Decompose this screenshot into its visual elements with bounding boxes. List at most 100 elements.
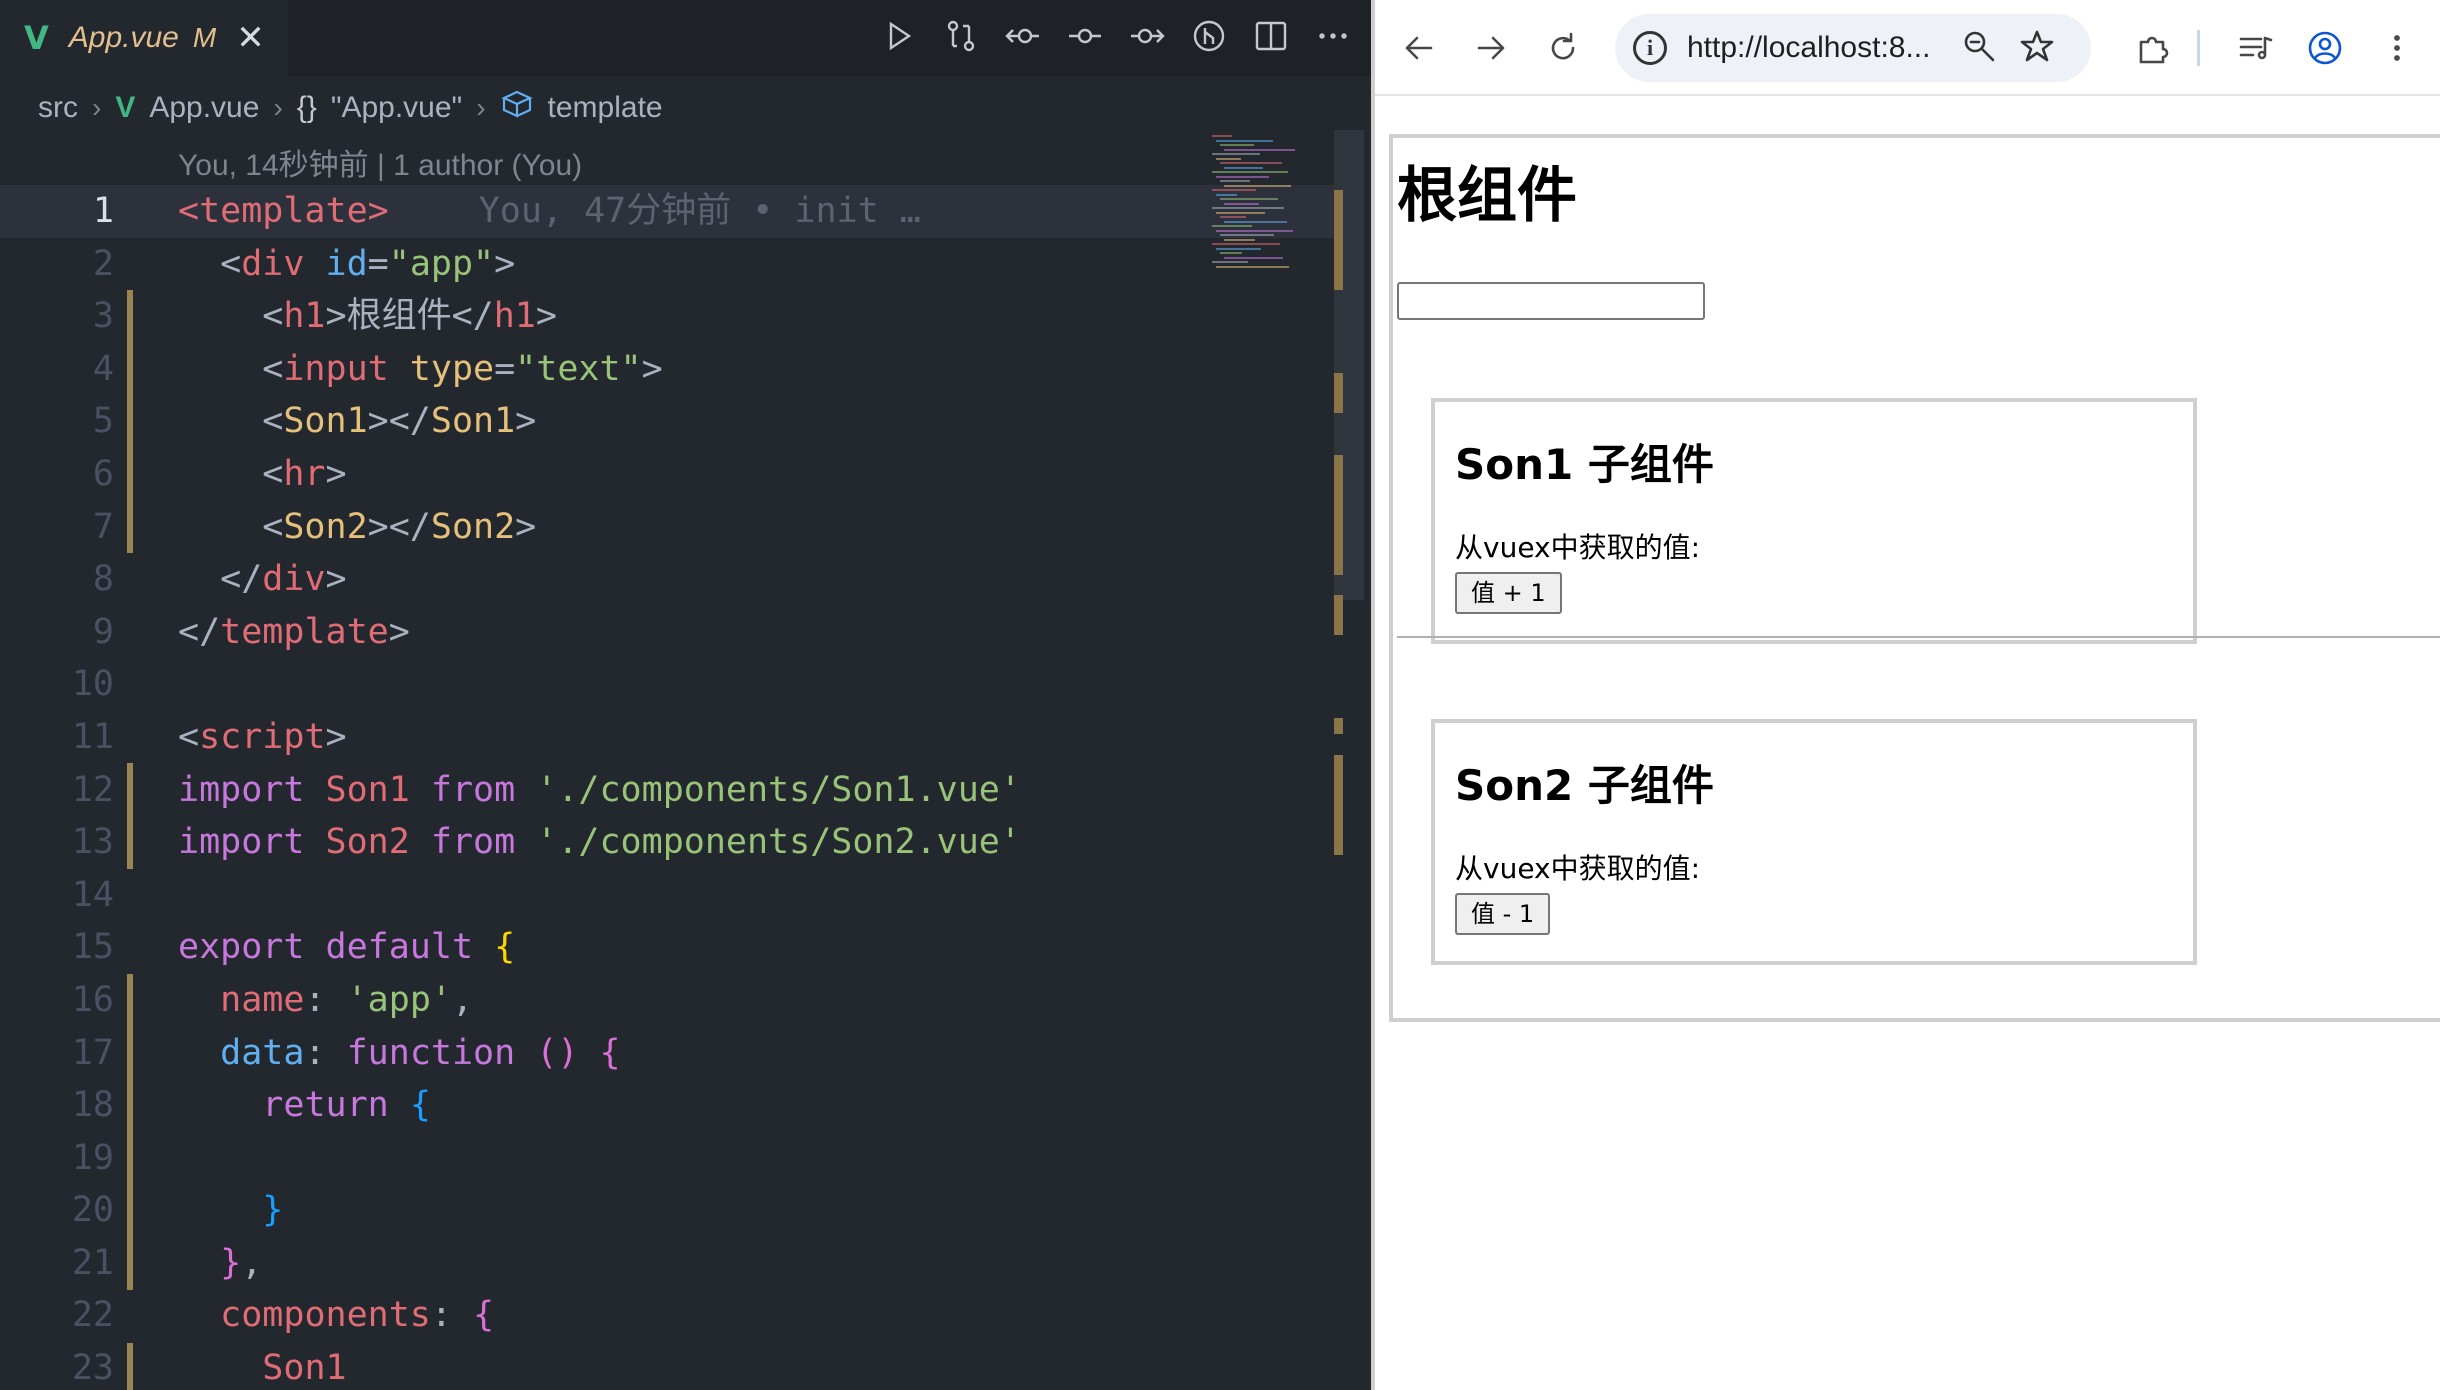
breadcrumb-symbol[interactable]: template [548,91,663,125]
increment-button[interactable]: 值 + 1 [1455,572,1562,614]
git-graph-icon[interactable] [1191,18,1227,58]
web-page: 根组件 Son1 子组件 从vuex中获取的值: 值 + 1 Son2 子组件 … [1375,96,2440,1390]
line-number: 4 [92,348,114,389]
code-token: "text" [515,348,642,389]
code-token: { [494,927,516,968]
code-text: import Son1 from './components/Son1.vue' [178,764,1021,817]
git-codelens[interactable]: You, 14秒钟前 | 1 author (You) [178,140,582,184]
text-input[interactable] [1397,282,1705,320]
code-token: Son1 [283,401,368,442]
son1-value-label: 从vuex中获取的值: [1455,531,1701,564]
git-commit-back-icon[interactable] [1005,18,1041,58]
back-icon[interactable] [1401,30,1437,70]
code-line[interactable]: 17 data: function () { [0,1027,1340,1080]
minimap-line [1212,261,1248,263]
more-actions-icon[interactable] [1315,18,1351,58]
breadcrumb-file[interactable]: App.vue [149,91,259,125]
code-line[interactable]: 5 <Son1></Son1> [0,395,1340,448]
code-text: </div> [178,553,346,606]
code-line[interactable]: 2 <div id="app"> [0,238,1340,291]
decrement-button[interactable]: 值 - 1 [1455,893,1551,935]
son2-component: Son2 子组件 从vuex中获取的值: 值 - 1 [1431,719,2197,965]
code-line[interactable]: 4 <input type="text"> [0,343,1340,396]
minimap-line [1220,198,1278,200]
code-line[interactable]: 7 <Son2></Son2> [0,501,1340,554]
code-line[interactable]: 12 import Son1 from './components/Son1.vu… [0,764,1340,817]
code-token: , [241,1242,263,1283]
tab-filename: App.vue [68,21,179,54]
gutter-modified-mark[interactable] [127,974,133,1290]
bookmark-star-icon[interactable] [2020,29,2054,67]
site-info-icon[interactable]: i [1633,31,1667,65]
code-line[interactable]: 14 [0,869,1340,922]
code-token: < [178,453,284,494]
code-line[interactable]: 11 <script> [0,711,1340,764]
code-line[interactable]: 18 return { [0,1079,1340,1132]
minimap[interactable] [1212,135,1302,275]
reload-icon[interactable] [1545,30,1581,70]
code-token: < [178,348,284,389]
code-text: <Son1></Son1> [178,395,536,448]
minimap-line [1220,216,1246,218]
gutter-modified-mark[interactable] [127,290,133,553]
line-number: 18 [71,1085,114,1126]
gutter-modified-mark[interactable] [127,763,133,869]
git-commit-icon[interactable] [1067,18,1103,58]
line-number: 16 [71,979,114,1020]
split-editor-icon[interactable] [1253,18,1289,58]
code-token: default [325,927,474,968]
browser-toolbar: i http://localhost:8... [1375,0,2440,96]
profile-avatar-icon[interactable] [2307,30,2343,70]
code-line[interactable]: 8 </div> [0,553,1340,606]
minimap-line [1212,243,1280,245]
code-token: < [178,401,284,442]
code-line[interactable]: 15 export default { [0,921,1340,974]
run-icon[interactable] [881,18,917,58]
son2-value-label: 从vuex中获取的值: [1455,852,1701,885]
code-line[interactable]: 22 components: { [0,1289,1340,1342]
code-token: { [473,1295,495,1336]
line-number: 23 [71,1348,114,1389]
url-text[interactable]: http://localhost:8... [1687,31,1942,65]
breadcrumb-folder[interactable]: src [38,91,78,125]
breadcrumb-object[interactable]: "App.vue" [331,91,462,125]
git-commit-forward-icon[interactable] [1129,18,1165,58]
code-line[interactable]: 6 <hr> [0,448,1340,501]
close-icon[interactable]: ✕ [236,21,265,55]
browser-menu-icon[interactable] [2379,30,2415,70]
code-line[interactable]: 21 }, [0,1237,1340,1290]
extensions-icon[interactable] [2135,30,2171,70]
address-bar[interactable]: i http://localhost:8... [1615,14,2091,82]
code-line[interactable]: 23 Son1 [0,1342,1340,1390]
code-line[interactable]: 10 [0,658,1340,711]
code-area[interactable]: 1 <template> You, 47分钟前 • init … 2 <div id=… [0,185,1340,1390]
code-line[interactable]: 16 name: 'app', [0,974,1340,1027]
code-line[interactable]: 9 </template> [0,606,1340,659]
code-token: , [451,979,474,1020]
line-number: 14 [71,874,114,915]
code-line[interactable]: 20 } [0,1184,1340,1237]
editor-tab-app-vue[interactable]: V App.vue M ✕ [0,0,288,76]
zoom-icon[interactable] [1962,29,1996,67]
code-line[interactable]: 13 import Son2 from './components/Son2.vu… [0,816,1340,869]
media-queue-icon[interactable] [2237,30,2273,70]
code-token: </ [178,559,263,600]
code-token: <template> [178,191,389,231]
code-line[interactable]: 3 <h1>根组件</h1> [0,290,1340,343]
forward-icon[interactable] [1473,30,1509,70]
code-line[interactable]: 19 [0,1132,1340,1185]
code-line[interactable]: 1 <template> You, 47分钟前 • init … [0,185,1340,238]
overview-ruler-mark [1334,595,1343,635]
code-token: data [220,1032,305,1073]
line-number: 7 [92,506,114,547]
minimap-line [1216,229,1293,232]
compare-changes-icon[interactable] [943,18,979,58]
code-token: > [535,296,557,337]
code-token: = [494,348,516,389]
minimap-line [1220,144,1254,146]
code-token: : [430,1295,474,1336]
gutter-modified-mark[interactable] [127,1343,133,1390]
